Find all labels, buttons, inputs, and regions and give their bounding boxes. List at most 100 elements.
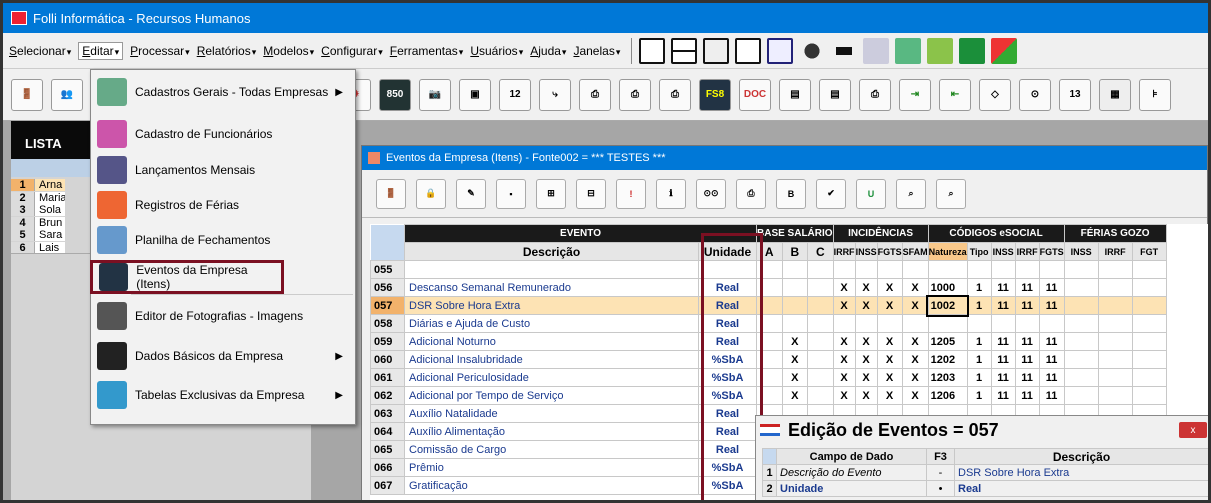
search-icon[interactable]: ⌕ (896, 178, 926, 209)
cell-fgts[interactable] (876, 314, 903, 333)
cell-inss[interactable]: X (854, 386, 878, 405)
cell-esocial-irrf[interactable] (1014, 260, 1040, 279)
cell-inss[interactable]: X (854, 368, 878, 387)
tree-add-icon[interactable]: ⊞ (536, 178, 566, 209)
cell-irrf[interactable]: X (832, 332, 856, 351)
cell-b[interactable]: X (781, 350, 809, 369)
form2-icon[interactable]: ▤ (819, 78, 851, 111)
cell-esocial-inss[interactable] (990, 260, 1016, 279)
col-esocial-inss[interactable]: INSS (990, 242, 1016, 261)
cell-inss[interactable] (854, 314, 878, 333)
cell-b[interactable]: X (781, 386, 809, 405)
col-descricao[interactable]: Descrição (404, 242, 699, 261)
b-gear-icon[interactable] (927, 37, 954, 64)
cell-ferias[interactable] (1097, 260, 1133, 279)
cell-c[interactable] (807, 278, 834, 297)
cell-a[interactable] (756, 278, 783, 297)
binoculars-icon[interactable]: ⊙⊙ (696, 178, 726, 209)
cell-esocial-fgts[interactable] (1038, 314, 1065, 333)
col-sfam[interactable]: SFAM (901, 242, 929, 261)
cell-inss[interactable]: X (854, 278, 878, 297)
cell-unidade[interactable]: Real (698, 404, 757, 423)
cell-c[interactable] (807, 296, 834, 315)
cell-tipo[interactable] (966, 314, 992, 333)
cell-sfam[interactable]: X (901, 350, 929, 369)
cell-unidade[interactable]: %SbA (698, 476, 757, 495)
cell-descricao[interactable]: Adicional Noturno (404, 332, 699, 351)
table-row[interactable]: 062 Adicional por Tempo de Serviço %SbA X X X… (370, 386, 1167, 405)
lista-row[interactable]: 3 Sola (11, 204, 101, 216)
cell-esocial-inss[interactable] (990, 314, 1016, 333)
col-inss[interactable]: INSS (854, 242, 878, 261)
dropdown-item-planilha[interactable]: Planilha de Fechamentos (91, 226, 355, 254)
cell-ferias[interactable] (1131, 332, 1167, 351)
cell-c[interactable] (807, 350, 834, 369)
dropdown-item-tabelas[interactable]: Tabelas Exclusivas da Empresa ▶ (91, 381, 355, 409)
cell-natureza[interactable]: 1206 (927, 386, 968, 405)
cell-tipo[interactable]: 1 (966, 386, 992, 405)
cell-unidade[interactable]: Real (698, 332, 757, 351)
cell-ferias[interactable] (1097, 332, 1133, 351)
cell-ferias[interactable] (1097, 296, 1133, 315)
cell-irrf[interactable] (832, 260, 856, 279)
cell-sfam[interactable]: X (901, 332, 929, 351)
cell-descricao[interactable]: Descanso Semanal Remunerado (404, 278, 699, 297)
cell-natureza[interactable]: 1202 (927, 350, 968, 369)
dropdown-item-lancamentos[interactable]: Lançamentos Mensais (91, 156, 355, 184)
cell-irrf[interactable]: X (832, 368, 856, 387)
calendar-icon[interactable]: 13 (1059, 78, 1091, 111)
u-disk-icon[interactable] (959, 37, 986, 64)
cell-ferias[interactable] (1063, 278, 1099, 297)
cell-tipo[interactable]: 1 (966, 278, 992, 297)
cell-ferias[interactable] (1063, 350, 1099, 369)
cell-ferias[interactable] (1131, 368, 1167, 387)
cell-ferias[interactable] (1063, 332, 1099, 351)
col-c[interactable]: C (807, 242, 834, 261)
menu-usuarios[interactable]: Usuários (470, 44, 523, 58)
col-esocial-fgts[interactable]: FGTS (1038, 242, 1065, 261)
cell-tipo[interactable]: 1 (966, 368, 992, 387)
cell-descricao[interactable]: Adicional Insalubridade (404, 350, 699, 369)
cell-descricao[interactable]: Gratificação (404, 476, 699, 495)
cell-sfam[interactable]: X (901, 386, 929, 405)
cell-descricao[interactable]: DSR Sobre Hora Extra (404, 296, 699, 315)
columns-view-icon[interactable] (639, 37, 666, 64)
cell-esocial-fgts[interactable]: 11 (1038, 350, 1065, 369)
cell-sfam[interactable]: X (901, 368, 929, 387)
cell-descricao[interactable]: Adicional por Tempo de Serviço (404, 386, 699, 405)
edicao-desc[interactable]: Real (954, 480, 1208, 497)
cell-esocial-fgts[interactable] (1038, 260, 1065, 279)
cell-esocial-inss[interactable]: 11 (990, 296, 1016, 315)
cell-ferias[interactable] (1131, 350, 1167, 369)
cell-natureza[interactable] (927, 314, 968, 333)
cell-unidade[interactable]: Real (698, 278, 757, 297)
cell-irrf[interactable]: X (832, 350, 856, 369)
form-icon[interactable]: ▤ (779, 78, 811, 111)
cell-descricao[interactable]: Prêmio (404, 458, 699, 477)
cell-ferias[interactable] (1063, 314, 1099, 333)
cell-ferias[interactable] (1131, 296, 1167, 315)
cell-a[interactable] (756, 332, 783, 351)
lista-row[interactable]: 4 Brun (11, 216, 101, 229)
cell-esocial-irrf[interactable]: 11 (1014, 386, 1040, 405)
cell-unidade[interactable]: %SbA (698, 386, 757, 405)
cell-inss[interactable] (854, 260, 878, 279)
shapes-icon[interactable]: ◇ (979, 78, 1011, 111)
cell-fgts[interactable]: X (876, 332, 903, 351)
table-row[interactable]: 056 Descanso Semanal Remunerado Real X X X X 10… (370, 278, 1167, 297)
ellipsis-icon[interactable] (767, 37, 794, 64)
cell-unidade[interactable] (698, 260, 757, 279)
cell-ferias[interactable] (1097, 350, 1133, 369)
transfer-in-icon[interactable]: ⇥ (899, 78, 931, 111)
menu-editar[interactable]: Editar (78, 41, 124, 60)
cell-esocial-irrf[interactable]: 11 (1014, 278, 1040, 297)
cell-b[interactable] (781, 314, 809, 333)
rows-view-icon[interactable] (671, 37, 698, 64)
cell-descricao[interactable] (404, 260, 699, 279)
menu-janelas[interactable]: Janelas (573, 44, 620, 58)
lista-row[interactable]: 5 Sara (11, 229, 101, 241)
print-1-icon[interactable]: ⎙ (579, 78, 611, 111)
menu-relatorios[interactable]: Relatórios (197, 44, 257, 58)
col-a[interactable]: A (756, 242, 783, 261)
print-icon[interactable]: ⎙ (736, 178, 766, 209)
